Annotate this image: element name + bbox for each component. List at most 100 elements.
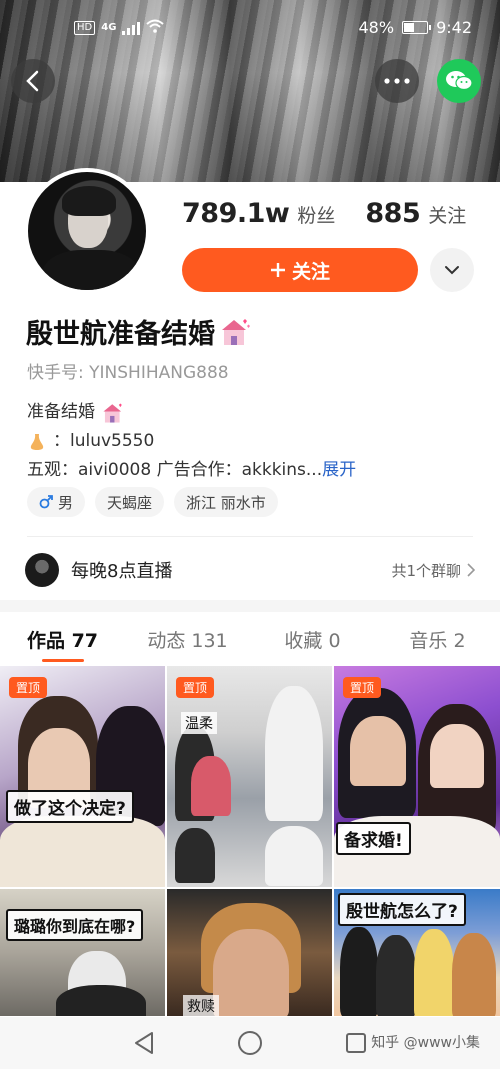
video-thumbnail-figure xyxy=(0,816,165,887)
tag-gender: 男 xyxy=(27,487,86,517)
video-thumbnail-figure xyxy=(265,826,323,886)
video-tile[interactable]: 殷世航怎么了? xyxy=(334,889,500,1016)
tag-location: 浙江 丽水市 xyxy=(174,487,278,517)
status-bar: HD 4G 48% 9:42 xyxy=(0,14,500,44)
tag-gender-label: 男 xyxy=(58,493,74,512)
hd-badge: HD xyxy=(74,20,96,35)
tab-music[interactable]: 音乐 2 xyxy=(375,612,500,666)
video-tile[interactable]: 救赎 xyxy=(167,889,332,1016)
battery-percent: 48% xyxy=(358,18,395,37)
live-row[interactable]: 每晚8点直播 共1个群聊 xyxy=(25,552,475,588)
bio-line-3: 五观：aivi0008 广告合作：akkkins... 展开 xyxy=(27,456,356,485)
video-caption: 救赎 xyxy=(183,995,219,1016)
followers-label[interactable]: 粉丝 xyxy=(297,201,335,228)
video-thumbnail-figure xyxy=(452,933,496,1016)
nav-back-button[interactable] xyxy=(130,1029,158,1057)
more-dots-icon xyxy=(384,78,410,84)
chevron-down-icon xyxy=(445,266,459,275)
bio-line-1: 准备结婚 xyxy=(27,398,356,427)
tab-favorites[interactable]: 收藏 0 xyxy=(250,612,375,666)
live-schedule-text: 每晚8点直播 xyxy=(71,561,173,582)
profile-tags: 男 天蝎座 浙江 丽水市 xyxy=(27,487,278,517)
followers-count[interactable]: 789.1w xyxy=(182,198,290,229)
pinned-badge: 置顶 xyxy=(9,677,48,698)
profile-stats: 789.1w 粉丝 885 关注 xyxy=(182,198,466,229)
wifi-icon xyxy=(146,18,165,37)
live-avatar xyxy=(25,553,59,587)
video-thumbnail-figure xyxy=(414,929,454,1016)
tag-zodiac: 天蝎座 xyxy=(95,487,165,517)
video-caption: 备求婚! xyxy=(336,822,411,855)
video-thumbnail-figure xyxy=(376,935,416,1016)
profile-avatar[interactable] xyxy=(24,168,150,294)
tab-works[interactable]: 作品 77 xyxy=(0,612,125,666)
nav-recents-button[interactable] xyxy=(342,1029,370,1057)
video-thumbnail-figure xyxy=(265,686,323,821)
plus-icon xyxy=(270,263,285,277)
video-thumbnail-figure xyxy=(191,756,231,816)
battery-icon xyxy=(402,21,432,34)
nose-icon xyxy=(30,433,44,450)
video-thumbnail-figure xyxy=(340,927,378,1016)
watermark: 知乎 @www小集 xyxy=(371,1035,480,1051)
bio-text-1: 准备结婚 xyxy=(27,402,95,422)
wechat-icon xyxy=(446,71,473,91)
circle-home-icon xyxy=(238,1031,262,1055)
chevron-right-icon xyxy=(467,563,475,577)
recommend-dropdown-button[interactable] xyxy=(430,248,474,292)
video-caption: 做了这个决定? xyxy=(6,790,134,823)
video-tile[interactable]: 置顶 备求婚! xyxy=(334,666,500,887)
pinned-badge: 置顶 xyxy=(343,677,382,698)
tag-location-label: 浙江 丽水市 xyxy=(186,493,266,512)
wedding-chapel-icon xyxy=(222,318,250,345)
back-button[interactable] xyxy=(11,59,55,103)
chevron-left-icon xyxy=(26,70,39,92)
profile-name: 殷世航准备结婚 xyxy=(26,319,215,350)
profile-bio: 准备结婚 ：luluv5550 五观：aivi0008 广告合作：akkkins… xyxy=(27,398,356,485)
status-left: HD 4G xyxy=(74,18,165,37)
bio-expand-link[interactable]: 展开 xyxy=(322,456,356,485)
male-icon xyxy=(39,495,53,509)
follow-button-label: 关注 xyxy=(291,260,330,283)
kuaishou-id[interactable]: 快手号: YINSHIHANG888 xyxy=(27,358,229,383)
bio-line-2: ：luluv5550 xyxy=(27,427,356,456)
video-thumbnail-figure xyxy=(175,828,215,883)
video-caption: 璐璐你到底在哪? xyxy=(6,909,144,941)
video-thumbnail-figure xyxy=(213,929,289,1016)
video-caption: 温柔 xyxy=(181,712,217,734)
network-label: 4G xyxy=(101,22,117,33)
bio-text-3: 五观：aivi0008 广告合作：akkkins... xyxy=(27,460,323,480)
more-button[interactable] xyxy=(375,59,419,103)
group-chat-link[interactable]: 共1个群聊 xyxy=(391,560,475,581)
video-thumbnail-figure xyxy=(350,716,406,786)
video-grid: 置顶 做了这个决定? 置顶 温柔 置顶 备求婚! 璐璐你到底在哪? 救赎 殷世航… xyxy=(0,666,500,1016)
video-caption: 殷世航怎么了? xyxy=(338,893,466,926)
battery-fill xyxy=(404,23,415,32)
video-tile[interactable]: 璐璐你到底在哪? xyxy=(0,889,165,1016)
section-gap xyxy=(0,600,500,612)
status-right: 48% 9:42 xyxy=(359,18,473,37)
clock: 9:42 xyxy=(436,18,472,37)
following-label[interactable]: 关注 xyxy=(428,201,466,228)
avatar-body xyxy=(42,250,140,290)
tab-moments[interactable]: 动态 131 xyxy=(125,612,250,666)
video-thumbnail-figure xyxy=(430,724,484,788)
avatar-hair xyxy=(62,186,116,216)
square-recents-icon xyxy=(346,1033,366,1053)
wedding-chapel-icon xyxy=(103,402,122,423)
pinned-badge: 置顶 xyxy=(176,677,215,698)
following-count[interactable]: 885 xyxy=(365,198,420,229)
triangle-back-icon xyxy=(135,1032,153,1054)
nav-home-button[interactable] xyxy=(236,1029,264,1057)
profile-name-row: 殷世航准备结婚 xyxy=(26,312,251,351)
follow-button[interactable]: 关注 xyxy=(182,248,418,292)
video-tile[interactable]: 置顶 做了这个决定? xyxy=(0,666,165,887)
wechat-share-button[interactable] xyxy=(437,59,481,103)
video-tile[interactable]: 置顶 温柔 xyxy=(167,666,332,887)
group-chat-label: 共1个群聊 xyxy=(391,561,461,580)
system-nav-bar: 知乎 @www小集 xyxy=(0,1017,500,1069)
content-tabs: 作品 77 动态 131 收藏 0 音乐 2 xyxy=(0,612,500,666)
signal-icon xyxy=(122,21,141,35)
divider xyxy=(27,536,473,537)
bio-text-2: ：luluv5550 xyxy=(53,431,155,451)
